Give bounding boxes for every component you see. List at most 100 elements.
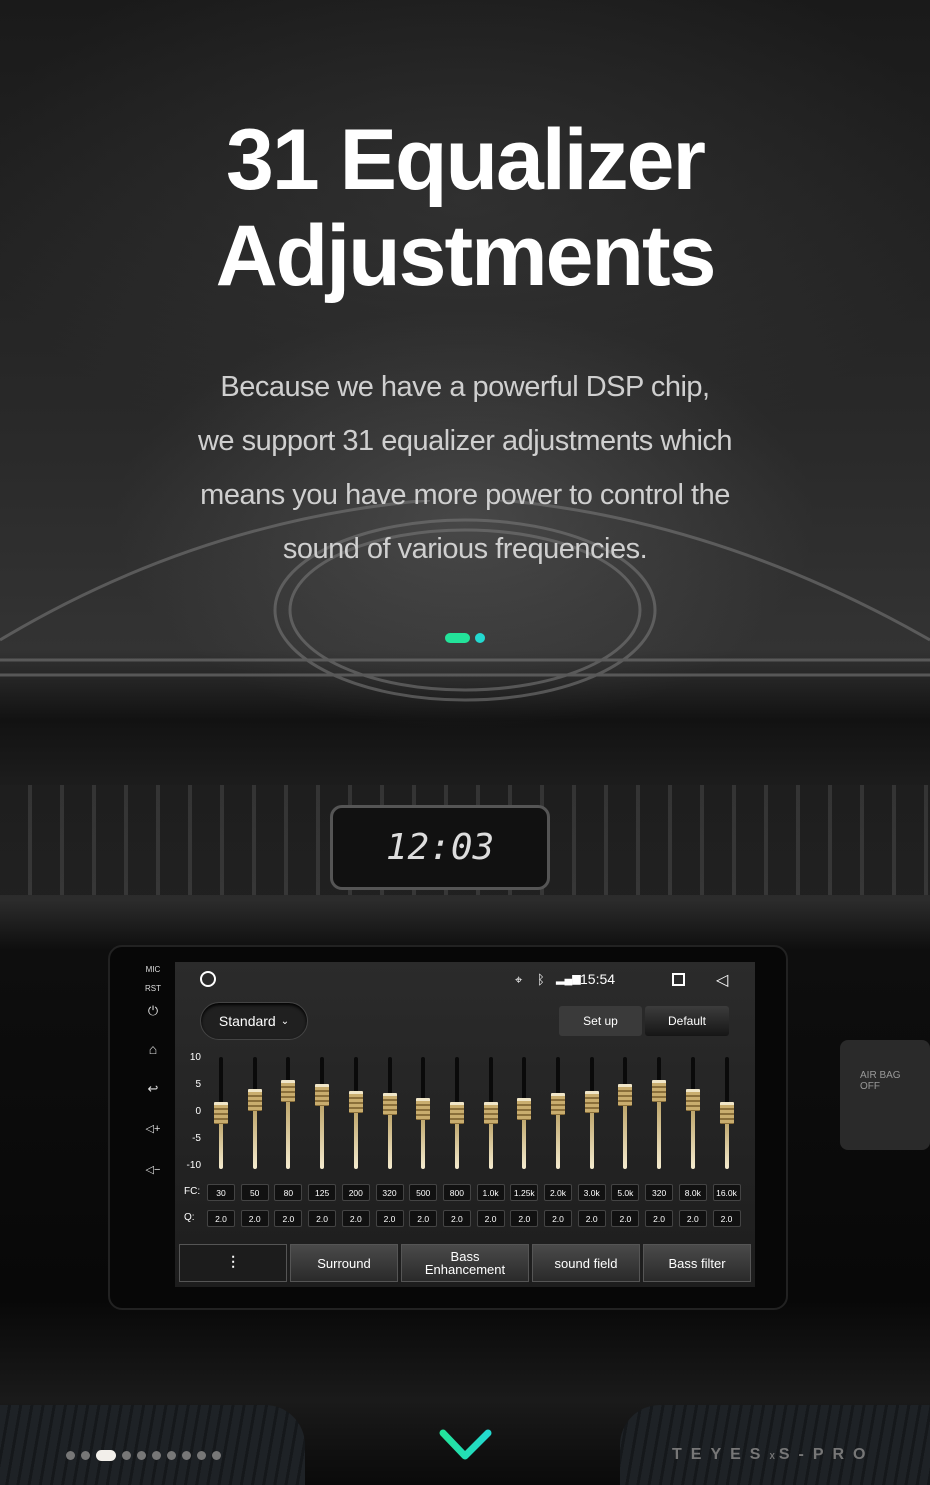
eq-slider[interactable] — [382, 1057, 398, 1169]
eq-slider[interactable] — [280, 1057, 296, 1169]
volume-down-icon[interactable]: ◁− — [138, 1163, 168, 1176]
eq-slider[interactable] — [651, 1057, 667, 1169]
slider-thumb[interactable] — [315, 1084, 330, 1106]
page-dot[interactable] — [96, 1450, 116, 1461]
page-dot[interactable] — [212, 1451, 221, 1460]
eq-slider[interactable] — [685, 1057, 701, 1169]
slider-thumb[interactable] — [281, 1079, 296, 1102]
tab-sound-field[interactable]: sound field — [532, 1244, 640, 1282]
tab-equalizer[interactable]: ⫶ — [179, 1244, 287, 1282]
default-button[interactable]: Default — [645, 1006, 729, 1036]
clock-time: 12:03 — [385, 827, 495, 868]
page-dot[interactable] — [152, 1451, 161, 1460]
eq-slider[interactable] — [719, 1057, 735, 1169]
back-triangle-icon[interactable]: ◁ — [716, 970, 728, 990]
slider-thumb[interactable] — [348, 1090, 363, 1113]
q-value[interactable]: 2.0 — [476, 1210, 505, 1227]
home-icon[interactable]: ⌂ — [138, 1041, 168, 1057]
q-value[interactable]: 2.0 — [510, 1210, 539, 1227]
title-line: 31 Equalizer — [226, 112, 706, 208]
slider-thumb[interactable] — [483, 1102, 498, 1124]
eq-slider[interactable] — [213, 1057, 229, 1169]
q-value[interactable]: 2.0 — [240, 1210, 269, 1227]
back-icon[interactable]: ↩ — [138, 1081, 168, 1097]
eq-slider[interactable] — [516, 1057, 532, 1169]
power-icon[interactable]: ⏻ — [138, 1003, 168, 1019]
title-line: Adjustments — [215, 208, 717, 304]
page-dot[interactable] — [66, 1451, 75, 1460]
setup-button[interactable]: Set up — [559, 1006, 642, 1036]
slider-thumb[interactable] — [247, 1088, 262, 1111]
q-value[interactable]: 2.0 — [544, 1210, 572, 1227]
page-dot[interactable] — [197, 1451, 206, 1460]
eq-slider[interactable] — [584, 1057, 600, 1169]
eq-slider[interactable] — [247, 1057, 263, 1169]
fc-value[interactable]: 1.0k — [476, 1184, 505, 1201]
q-value[interactable]: 2.0 — [308, 1210, 337, 1227]
fc-value[interactable]: 320 — [645, 1184, 674, 1201]
slider-thumb[interactable] — [584, 1090, 599, 1113]
q-value[interactable]: 2.0 — [611, 1210, 640, 1227]
slider-thumb[interactable] — [214, 1102, 228, 1124]
description: Because we have a powerful DSP chip, we … — [0, 360, 930, 576]
slider-thumb[interactable] — [416, 1097, 431, 1120]
slider-thumb[interactable] — [517, 1097, 532, 1120]
y-tick: 10 — [189, 1052, 201, 1063]
tab-bass-enhancement[interactable]: Bass Enhancement — [401, 1244, 529, 1282]
q-value[interactable]: 2.0 — [341, 1210, 370, 1227]
fc-value[interactable]: 800 — [442, 1184, 471, 1201]
bluetooth-icon: ᛒ — [537, 972, 545, 987]
volume-up-icon[interactable]: ◁+ — [138, 1122, 168, 1135]
preset-dropdown[interactable]: Standard ⌄ — [200, 1002, 308, 1040]
page-dot[interactable] — [167, 1451, 176, 1460]
slider-thumb[interactable] — [685, 1088, 700, 1111]
page-dot[interactable] — [137, 1451, 146, 1460]
eq-slider[interactable] — [483, 1057, 499, 1169]
fc-value[interactable]: 3.0k — [577, 1184, 606, 1201]
page-dot[interactable] — [182, 1451, 191, 1460]
eq-slider[interactable] — [449, 1057, 465, 1169]
fc-value[interactable]: 125 — [308, 1184, 337, 1201]
q-value[interactable]: 2.0 — [442, 1210, 471, 1227]
fc-value[interactable]: 1.25k — [510, 1184, 539, 1201]
fc-value[interactable]: 5.0k — [611, 1184, 640, 1201]
q-value[interactable]: 2.0 — [375, 1210, 404, 1227]
q-value[interactable]: 2.0 — [712, 1210, 741, 1227]
rst-button[interactable]: RST — [138, 984, 168, 993]
page-dot[interactable] — [81, 1451, 90, 1460]
eq-slider[interactable] — [550, 1057, 566, 1169]
fc-value[interactable]: 8.0k — [678, 1184, 707, 1201]
scroll-down-chevron-icon[interactable] — [438, 1428, 494, 1464]
fc-value[interactable]: 500 — [409, 1184, 438, 1201]
signal-icon: ▂▄▆ — [556, 973, 581, 985]
slider-thumb[interactable] — [551, 1093, 565, 1115]
home-circle-icon[interactable] — [200, 971, 216, 987]
fc-value[interactable]: 80 — [274, 1184, 303, 1201]
eq-slider[interactable] — [348, 1057, 364, 1169]
slider-thumb[interactable] — [449, 1102, 464, 1124]
slider-thumb[interactable] — [652, 1079, 667, 1102]
slider-thumb[interactable] — [382, 1093, 397, 1115]
q-value[interactable]: 2.0 — [409, 1210, 438, 1227]
fc-value[interactable]: 50 — [240, 1184, 269, 1201]
q-value[interactable]: 2.0 — [645, 1210, 674, 1227]
tab-surround[interactable]: Surround — [290, 1244, 398, 1282]
tab-bass-filter[interactable]: Bass filter — [643, 1244, 751, 1282]
eq-slider[interactable] — [617, 1057, 633, 1169]
mic-label: MIC — [145, 965, 161, 974]
slider-thumb[interactable] — [719, 1102, 734, 1124]
q-value[interactable]: 2.0 — [577, 1210, 606, 1227]
fc-value[interactable]: 2.0k — [544, 1184, 572, 1201]
fc-value[interactable]: 30 — [207, 1184, 235, 1201]
fc-value[interactable]: 200 — [341, 1184, 370, 1201]
q-value[interactable]: 2.0 — [207, 1210, 235, 1227]
page-dot[interactable] — [122, 1451, 131, 1460]
q-value[interactable]: 2.0 — [274, 1210, 303, 1227]
fc-value[interactable]: 16.0k — [712, 1184, 741, 1201]
q-value[interactable]: 2.0 — [678, 1210, 707, 1227]
slider-thumb[interactable] — [618, 1084, 633, 1106]
eq-slider[interactable] — [314, 1057, 330, 1169]
fc-value[interactable]: 320 — [375, 1184, 404, 1201]
eq-slider[interactable] — [415, 1057, 431, 1169]
recent-apps-icon[interactable] — [672, 973, 685, 986]
